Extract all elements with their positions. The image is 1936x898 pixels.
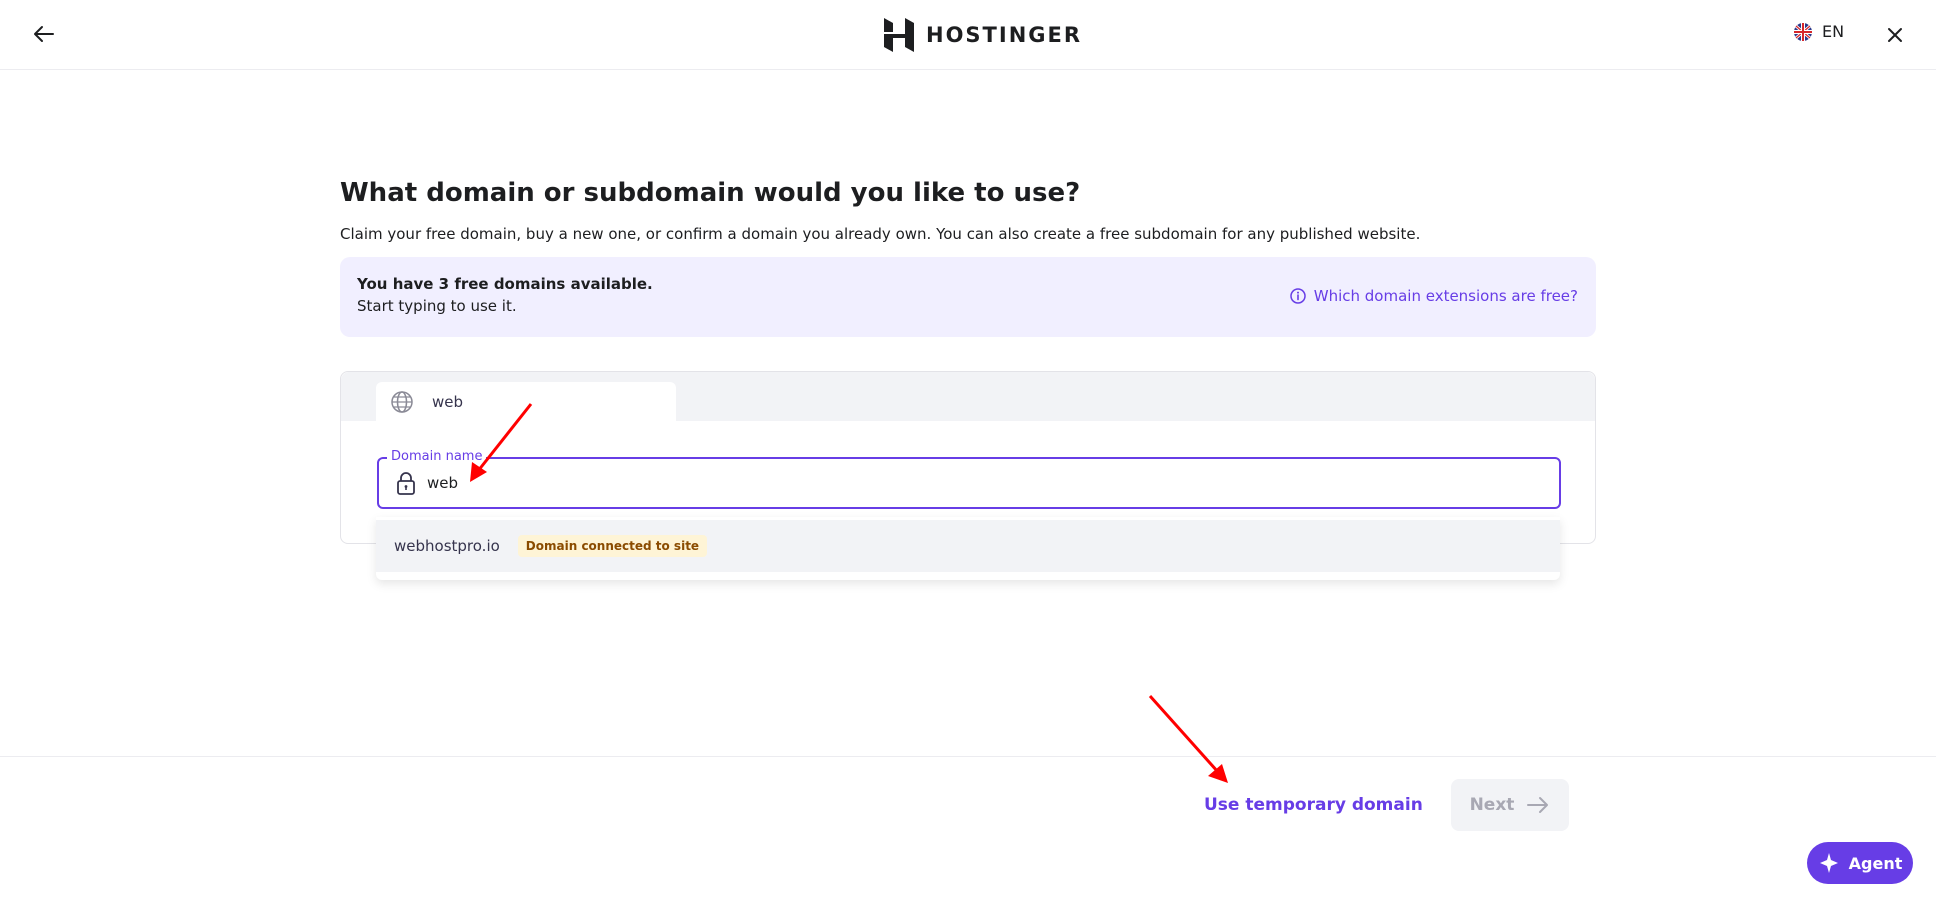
close-icon [1888,28,1902,42]
page-title: What domain or subdomain would you like … [340,178,1081,208]
footer-divider [0,756,1936,757]
agent-button-label: Agent [1848,853,1903,873]
arrow-left-icon [34,26,54,42]
domain-name-label: Domain name [387,449,487,464]
domain-name-field[interactable]: Domain name [377,449,1561,509]
language-selector[interactable]: EN [1794,22,1844,41]
next-button-label: Next [1469,795,1515,815]
top-bar: HOSTINGER EN [0,0,1936,70]
lock-icon [397,472,415,495]
globe-icon [391,390,413,413]
tab-website-web[interactable]: web [376,382,676,421]
close-button[interactable] [1882,22,1908,48]
free-domains-count: You have 3 free domains available. [357,275,653,293]
status-badge: Domain connected to site [517,535,708,557]
arrow-right-icon [1527,797,1549,813]
free-extensions-link[interactable]: Which domain extensions are free? [1290,287,1578,305]
agent-sparkle-icon [1819,853,1838,873]
suggestion-domain: webhostpro.io [394,537,500,555]
website-tabs: web [341,372,1595,421]
next-button[interactable]: Next [1451,779,1569,831]
agent-button[interactable]: Agent [1807,842,1913,884]
free-extensions-link-label: Which domain extensions are free? [1313,287,1578,305]
annotation-arrow-temp-domain [1148,694,1228,783]
domain-name-input[interactable] [427,474,1527,492]
free-domains-info-box: You have 3 free domains available. Start… [340,257,1596,337]
language-label: EN [1822,22,1845,41]
free-domains-hint: Start typing to use it. [357,297,517,315]
back-button[interactable] [30,20,58,48]
suggestion-item[interactable]: webhostpro.io Domain connected to site [376,520,1560,572]
use-temporary-domain-link[interactable]: Use temporary domain [1204,795,1423,815]
hostinger-logo: HOSTINGER [884,17,1082,53]
page-subtitle: Claim your free domain, buy a new one, o… [340,225,1421,243]
tab-label: web [432,392,464,411]
uk-flag-icon [1794,22,1812,41]
brand-name: HOSTINGER [926,23,1083,47]
hostinger-logo-mark-icon [884,18,914,52]
info-icon [1290,288,1306,304]
domain-suggestions-dropdown: webhostpro.io Domain connected to site [376,517,1560,580]
